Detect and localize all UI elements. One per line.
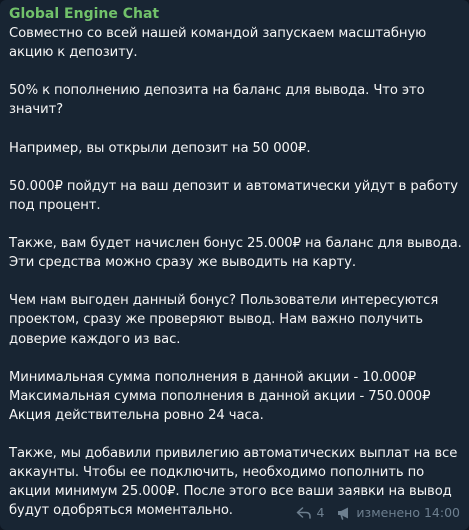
text-line: Минимальная сумма пополнения в данной ак…	[9, 369, 417, 385]
forward-count: 4	[316, 505, 325, 520]
edited-timestamp: изменено 14:00	[356, 505, 460, 520]
text-line: доверие каждого из вас.	[9, 331, 181, 347]
paragraph-6: Чем нам выгоден данный бонус? Пользовате…	[9, 291, 460, 348]
text-line: аккаунты. Чтобы ее подключить, необходим…	[9, 465, 425, 481]
sender-name[interactable]: Global Engine Chat	[9, 5, 460, 23]
text-line: значит?	[9, 102, 64, 118]
message-text: Совместно со всей нашей командой запуска…	[9, 24, 462, 520]
paragraph-4: 50.000₽ пойдут на ваш депозит и автомати…	[9, 177, 460, 215]
paragraph-3: Например, вы открыли депозит на 50 000₽.	[9, 139, 460, 158]
text-line: 50.000₽ пойдут на ваш депозит и автомати…	[9, 178, 458, 194]
text-line: под процент.	[9, 197, 101, 213]
text-line: проектом, сразу же проверяют вывод. Нам …	[9, 312, 423, 328]
text-line: акцию к депозиту.	[9, 45, 138, 61]
text-line: Акция действительна ровно 24 часа.	[9, 407, 264, 423]
text-line: Максимальная сумма пополнения в данной а…	[9, 388, 431, 404]
text-line: Совместно со всей нашей командой запуска…	[9, 26, 427, 41]
paragraph-2: 50% к пополнению депозита на баланс для …	[9, 81, 460, 119]
message-meta: 4 изменено 14:00	[296, 505, 460, 521]
text-line: акции минимум 25.000₽. После этого все в…	[9, 484, 452, 500]
text-line: Чем нам выгоден данный бонус? Пользовате…	[9, 293, 439, 309]
text-line: Также, вам будет начислен бонус 25.000₽ …	[9, 236, 462, 252]
text-line: Также, мы добавили привилегию автоматиче…	[9, 446, 458, 462]
text-line: Эти средства можно сразу же выводить на …	[9, 255, 356, 271]
paragraph-1: Совместно со всей нашей командой запуска…	[9, 24, 460, 62]
text-line: Например, вы открыли депозит на 50 000₽.	[9, 140, 311, 156]
text-line: 50% к пополнению депозита на баланс для …	[9, 83, 425, 99]
paragraph-7: Минимальная сумма пополнения в данной ак…	[9, 368, 460, 425]
paragraph-5: Также, вам будет начислен бонус 25.000₽ …	[9, 234, 462, 272]
message-bubble[interactable]: Global Engine Chat Совместно со всей наш…	[0, 0, 469, 530]
megaphone-icon	[336, 506, 352, 520]
reply-arrow-icon[interactable]	[296, 506, 312, 520]
